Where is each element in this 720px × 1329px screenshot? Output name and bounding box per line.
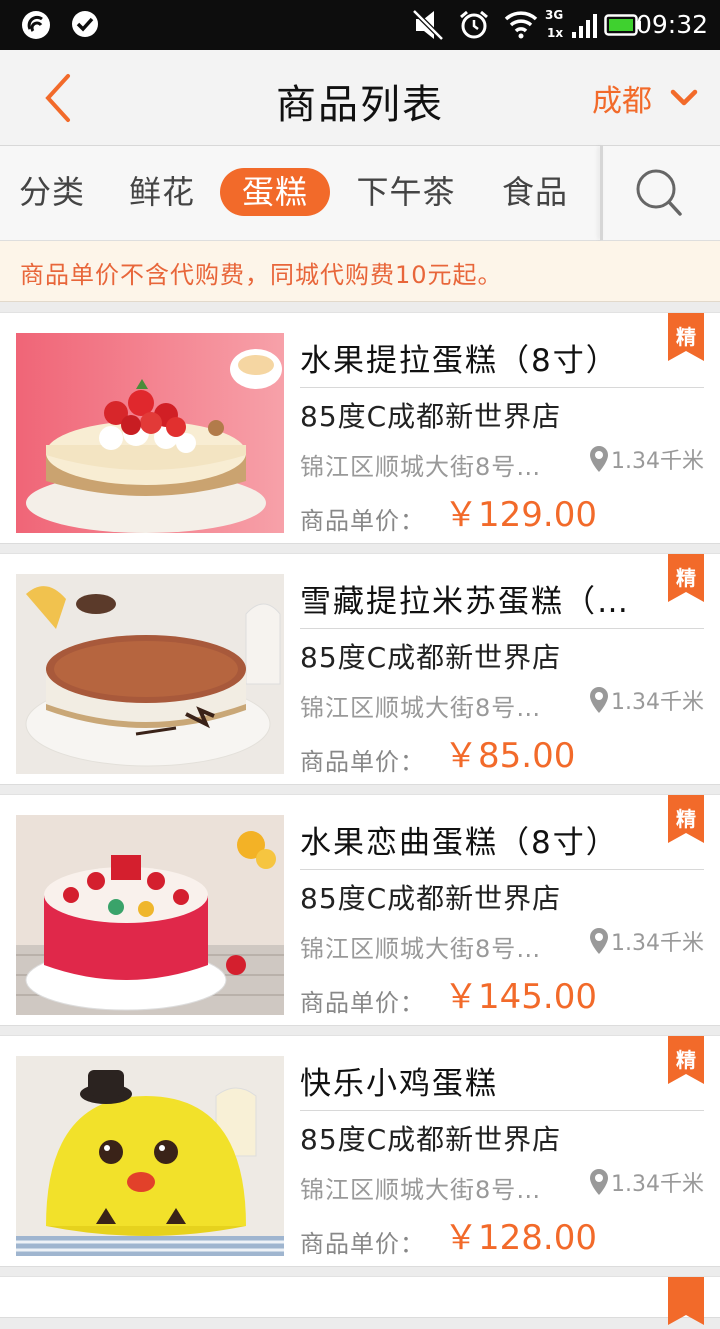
distance: 1.34千米	[589, 443, 704, 475]
status-bar: 3G 1x 09:32	[0, 0, 720, 50]
store-address: 锦江区顺城大街8号…	[300, 694, 542, 722]
distance: 1.34千米	[589, 684, 704, 716]
tiramisu-cake-image	[16, 574, 284, 774]
price-value: ￥129.00	[444, 495, 597, 535]
divider	[300, 869, 704, 870]
notice-text: 商品单价不含代购费，同城代购费10元起。	[20, 261, 503, 289]
product-image[interactable]	[16, 815, 284, 1015]
alarm-icon	[460, 10, 488, 39]
tab-divider	[600, 146, 603, 240]
distance-text: 1.34千米	[611, 931, 704, 956]
product-list: 水果提拉蛋糕（8寸） 85度C成都新世界店 锦江区顺城大街8号… 1.34千米 …	[0, 312, 720, 1327]
product-name: 水果恋曲蛋糕（8寸）	[300, 825, 619, 861]
divider	[300, 628, 704, 629]
featured-badge: 精	[668, 795, 704, 843]
distance: 1.34千米	[589, 1166, 704, 1198]
cell-signal-icon	[572, 14, 597, 38]
product-name: 快乐小鸡蛋糕	[300, 1066, 498, 1102]
featured-badge	[668, 1277, 704, 1325]
city-selector[interactable]: 成都	[592, 78, 698, 119]
clock: 09:32	[635, 10, 708, 39]
location-pin-icon	[590, 687, 608, 713]
fruit-love-cake-image	[16, 815, 284, 1015]
product-image[interactable]	[16, 333, 284, 533]
wechat-icon	[22, 11, 50, 39]
app-bar: 商品列表 成都	[0, 50, 720, 146]
distance-text: 1.34千米	[611, 449, 704, 474]
tab-category[interactable]: 分类	[10, 168, 94, 216]
badge-text: 精	[676, 325, 696, 349]
product-card[interactable]: 水果恋曲蛋糕（8寸） 85度C成都新世界店 锦江区顺城大街8号… 1.34千米 …	[0, 794, 720, 1026]
store-name: 85度C成都新世界店	[300, 400, 562, 433]
category-tab-bar: 分类 鲜花 蛋糕 下午茶 食品	[0, 146, 720, 241]
featured-badge: 精	[668, 1036, 704, 1084]
price-label: 商品单价：	[300, 507, 425, 535]
notice-bar: 商品单价不含代购费，同城代购费10元起。	[0, 241, 720, 302]
strawberry-cake-image	[16, 333, 284, 533]
product-name: 雪藏提拉米苏蛋糕（…	[300, 584, 630, 620]
product-card[interactable]: 快乐小鸡蛋糕 85度C成都新世界店 锦江区顺城大街8号… 1.34千米 商品单价…	[0, 1035, 720, 1267]
price-label: 商品单价：	[300, 1230, 425, 1258]
store-address: 锦江区顺城大街8号…	[300, 1176, 542, 1204]
product-card[interactable]: 雪藏提拉米苏蛋糕（… 85度C成都新世界店 锦江区顺城大街8号… 1.34千米 …	[0, 553, 720, 785]
product-name: 水果提拉蛋糕（8寸）	[300, 343, 619, 379]
product-card[interactable]: 水果提拉蛋糕（8寸） 85度C成都新世界店 锦江区顺城大街8号… 1.34千米 …	[0, 312, 720, 544]
store-name: 85度C成都新世界店	[300, 1123, 562, 1156]
wifi-icon	[504, 11, 538, 39]
location-pin-icon	[590, 1169, 608, 1195]
tab-afternoon-tea[interactable]: 下午茶	[346, 168, 466, 216]
network-type-label: 3G	[545, 8, 564, 22]
search-icon	[636, 169, 682, 216]
store-address: 锦江区顺城大街8号…	[300, 935, 542, 963]
tab-cakes[interactable]: 蛋糕	[220, 168, 330, 216]
price-label: 商品单价：	[300, 989, 425, 1017]
store-name: 85度C成都新世界店	[300, 882, 562, 915]
search-button[interactable]	[620, 162, 700, 224]
signal-sub-label: 1x	[547, 26, 564, 40]
divider	[300, 1110, 704, 1111]
check-circle-icon	[72, 11, 98, 37]
tab-flowers[interactable]: 鲜花	[120, 168, 204, 216]
store-address: 锦江区顺城大街8号…	[300, 453, 542, 481]
product-image[interactable]	[16, 574, 284, 774]
mute-icon	[412, 9, 444, 41]
location-pin-icon	[590, 446, 608, 472]
distance-text: 1.34千米	[611, 1172, 704, 1197]
chevron-down-icon	[670, 89, 698, 106]
price-value: ￥145.00	[444, 977, 597, 1017]
distance: 1.34千米	[589, 925, 704, 957]
featured-badge: 精	[668, 313, 704, 361]
store-name: 85度C成都新世界店	[300, 641, 562, 674]
featured-badge: 精	[668, 554, 704, 602]
chick-cake-image	[16, 1056, 284, 1256]
badge-text: 精	[676, 1048, 696, 1072]
badge-text: 精	[676, 807, 696, 831]
bookmark-badge-icon	[668, 1277, 704, 1325]
price-value: ￥128.00	[444, 1218, 597, 1258]
location-pin-icon	[590, 928, 608, 954]
tab-food[interactable]: 食品	[490, 168, 580, 216]
city-label: 成都	[592, 84, 652, 119]
divider	[300, 387, 704, 388]
distance-text: 1.34千米	[611, 690, 704, 715]
product-image[interactable]	[16, 1056, 284, 1256]
price-label: 商品单价：	[300, 748, 425, 776]
badge-text: 精	[676, 566, 696, 590]
price-value: ￥85.00	[444, 736, 576, 776]
product-card[interactable]	[0, 1276, 720, 1325]
